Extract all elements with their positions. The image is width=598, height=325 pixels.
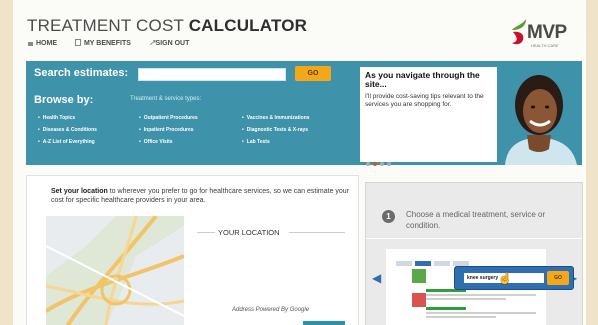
book-icon xyxy=(74,39,81,46)
address-submit-button[interactable] xyxy=(303,321,345,325)
demo-tab-active xyxy=(415,261,431,266)
tip-heading: As you navigate through the site... xyxy=(365,70,480,89)
signout-arrow-icon: ↗ xyxy=(148,38,156,47)
step-instruction: Choose a medical treatment, service or c… xyxy=(406,210,546,230)
demo-result-thumbnail xyxy=(412,269,426,283)
tip-body: I'll provide cost-saving tips relevant t… xyxy=(365,93,484,108)
tip-bubble: As you navigate through the site... I'll… xyxy=(360,67,497,166)
demo-tab xyxy=(434,261,450,266)
carousel-dot[interactable] xyxy=(380,162,384,166)
hand-cursor-icon: ☝ xyxy=(498,273,512,285)
nav-home-label: HOME xyxy=(36,40,57,47)
browse-column-1: Health Topics Diseases & Conditions A-Z … xyxy=(38,112,97,148)
mvp-logo-mark-icon xyxy=(512,19,526,45)
address-powered-by: Address Powered By Google xyxy=(232,307,310,313)
demo-go-button: GO xyxy=(547,271,569,285)
carousel-prev-arrow-icon[interactable]: ◀ xyxy=(372,271,381,285)
carousel-dot[interactable] xyxy=(387,162,391,166)
logo-text: MVP xyxy=(527,22,567,43)
your-location-heading: YOUR LOCATION xyxy=(218,228,280,237)
demo-screenshot: knee surgery GO ☝ xyxy=(386,249,574,325)
location-map[interactable] xyxy=(46,216,184,325)
divider xyxy=(289,232,345,233)
demo-search-popup: knee surgery GO xyxy=(454,266,574,290)
browse-link-inpatient[interactable]: Inpatient Procedures xyxy=(139,124,198,136)
browse-column-2: Outpatient Procedures Inpatient Procedur… xyxy=(139,112,198,148)
header: TREATMENT COST CALCULATOR HOME MY BENEFI… xyxy=(13,0,586,56)
step-number-badge: 1 xyxy=(382,210,395,223)
browse-link-diseases-conditions[interactable]: Diseases & Conditions xyxy=(38,124,97,136)
browse-link-vaccines[interactable]: Vaccines & Immunizations xyxy=(242,112,310,124)
browse-column-3: Vaccines & Immunizations Diagnostic Test… xyxy=(242,112,310,148)
search-browse-band: Search estimates: GO Browse by: Treatmen… xyxy=(26,61,582,166)
browse-label: Browse by: xyxy=(34,94,94,106)
search-go-button[interactable]: GO xyxy=(295,66,331,81)
page-frame: TREATMENT COST CALCULATOR HOME MY BENEFI… xyxy=(13,0,586,325)
demo-result-text xyxy=(426,289,536,302)
browse-link-diagnostic-tests[interactable]: Diagnostic Tests & X-rays xyxy=(242,124,310,136)
divider xyxy=(197,232,215,233)
logo-subtext: HEALTH CARE xyxy=(531,43,559,48)
carousel-dots xyxy=(366,153,394,171)
browse-link-office-visits[interactable]: Office Visits xyxy=(139,136,198,148)
browse-link-health-topics[interactable]: Health Topics xyxy=(38,112,97,124)
nav-my-benefits-label: MY BENEFITS xyxy=(83,40,131,47)
search-label: Search estimates: xyxy=(34,67,129,79)
home-icon xyxy=(27,40,33,46)
page-title: TREATMENT COST CALCULATOR xyxy=(27,16,308,35)
browse-link-lab-tests[interactable]: Lab Tests xyxy=(242,136,310,148)
carousel-dot[interactable] xyxy=(366,162,370,166)
top-nav: HOME MY BENEFITS ↗SIGN OUT xyxy=(27,38,205,47)
carousel-dot-active[interactable] xyxy=(373,162,377,166)
demo-result-thumbnail xyxy=(412,293,426,307)
nav-my-benefits-link[interactable]: MY BENEFITS xyxy=(74,39,139,47)
divider xyxy=(366,238,582,239)
types-label: Treatment & service types: xyxy=(130,96,202,102)
search-input[interactable] xyxy=(138,68,286,81)
nav-sign-out-label: SIGN OUT xyxy=(155,40,190,47)
demo-tab xyxy=(396,261,412,266)
browse-link-a-z-list[interactable]: A-Z List of Everything xyxy=(38,136,97,148)
demo-result-text xyxy=(426,307,536,320)
step-panel: 1 Choose a medical treatment, service or… xyxy=(365,182,583,325)
nav-home-link[interactable]: HOME xyxy=(27,40,65,47)
location-intro: Set your location to wherever you prefer… xyxy=(51,188,350,204)
guide-portrait-image xyxy=(497,61,582,165)
location-panel: Set your location to wherever you prefer… xyxy=(26,175,359,325)
browse-link-outpatient[interactable]: Outpatient Procedures xyxy=(139,112,198,124)
nav-sign-out-link[interactable]: ↗SIGN OUT xyxy=(148,38,198,47)
